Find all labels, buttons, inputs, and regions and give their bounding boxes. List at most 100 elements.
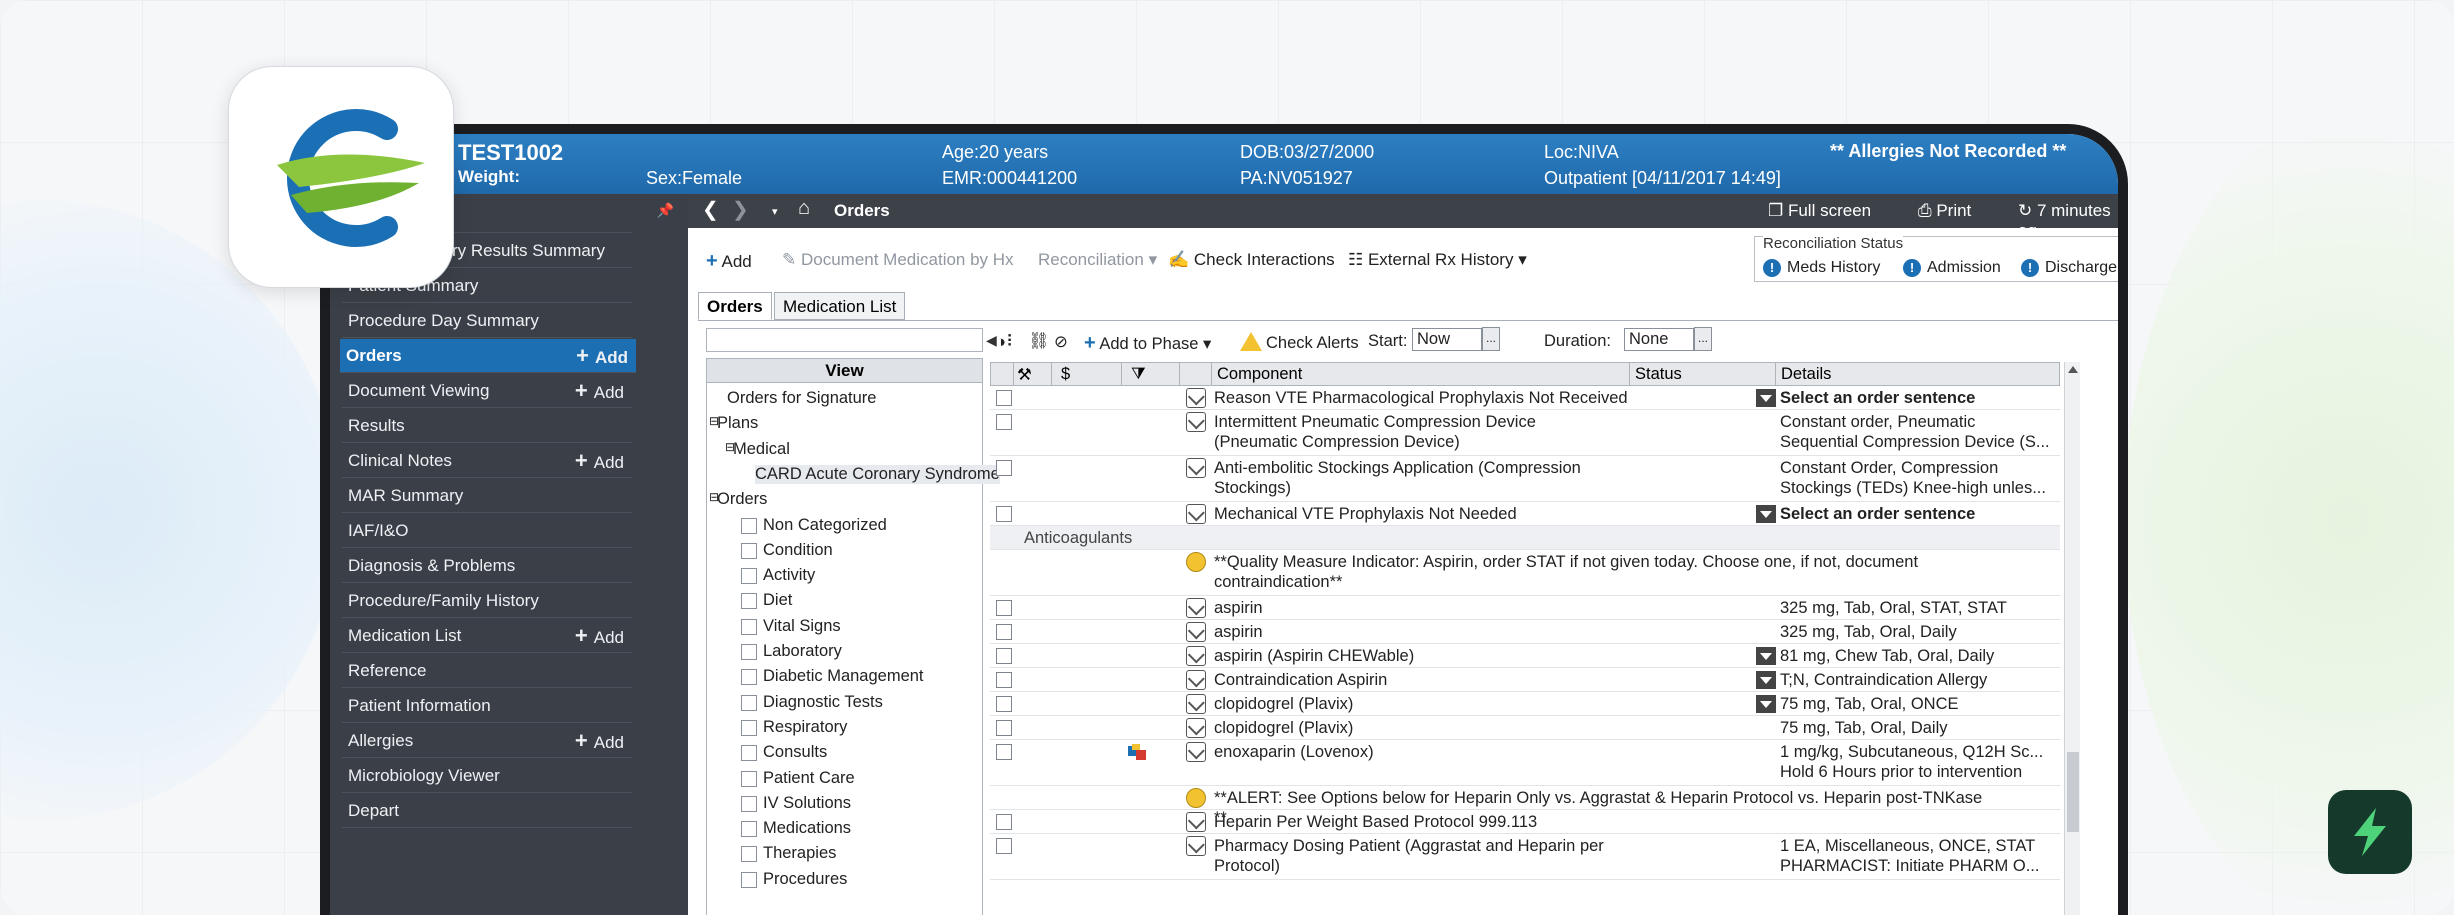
tree-checkbox[interactable] [741,669,757,686]
order-checkbox[interactable] [996,414,1012,430]
patient-name[interactable]: TEST1002 [458,140,563,166]
tree-item[interactable]: Medical [733,440,790,459]
order-checkbox[interactable] [996,648,1012,664]
grid-scrollbar[interactable] [2064,362,2080,915]
print-button[interactable]: ⎙ Print [1918,201,1971,221]
order-tools-column-icon[interactable]: ⚒ [1017,365,1032,385]
order-row[interactable]: clopidogrel (Plavix) 75 mg, Tab, Oral, Da… [990,716,2060,740]
order-row[interactable]: **Quality Measure Indicator: Aspirin, or… [990,550,2060,596]
home-icon[interactable]: ⌂ [798,197,810,220]
tab-orders[interactable]: Orders [698,292,772,320]
order-checkbox[interactable] [996,720,1012,736]
order-group-header[interactable]: Anticoagulants [990,526,2060,550]
order-row[interactable]: enoxaparin (Lovenox) 1 mg/kg, Subcutaneou… [990,740,2060,786]
order-checkbox[interactable] [996,506,1012,522]
order-checkbox[interactable] [996,672,1012,688]
tree-checkbox[interactable] [741,618,757,635]
duration-input[interactable]: None [1624,327,1694,351]
sidebar-item[interactable]: Document Viewing + Add [342,374,632,408]
order-checkbox[interactable] [996,744,1012,760]
order-checkbox[interactable] [996,624,1012,640]
tree-item[interactable]: Procedures [763,870,847,889]
scroll-thumb[interactable] [2067,752,2079,832]
filter-column-icon[interactable]: ⧩ [1131,365,1146,384]
sidebar-item[interactable]: Results [342,409,632,443]
order-sentence-dropdown[interactable] [1756,671,1776,689]
tree-checkbox[interactable] [741,745,757,762]
order-row[interactable]: Reason VTE Pharmacological Prophylaxis N… [990,386,2060,410]
tree-checkbox[interactable] [741,821,757,838]
order-checkbox[interactable] [996,838,1012,854]
sidebar-item[interactable]: Procedure/Family History [342,584,632,618]
tree-checkbox[interactable] [741,871,757,888]
tree-checkbox[interactable] [741,542,757,559]
check-interactions-button[interactable]: ✍ Check Interactions [1168,250,1335,270]
sidebar-item[interactable]: Orders + Add [340,339,636,373]
tree-checkbox[interactable] [741,568,757,585]
tree-item[interactable]: Medications [763,819,851,838]
sidebar-add-button[interactable]: + Add [575,444,624,480]
tree-item[interactable]: Therapies [763,844,836,863]
sidebar-item[interactable]: Depart [342,794,632,828]
order-row[interactable]: Intermittent Pneumatic Compression Devic… [990,410,2060,456]
sidebar-item[interactable]: IAF/I&O [342,514,632,548]
column-component[interactable]: Component [1217,365,1302,384]
alert-flag-icon[interactable] [1128,744,1148,760]
start-picker-button[interactable]: ... [1482,327,1500,351]
tab-medication-list[interactable]: Medication List [774,292,906,320]
sidebar-add-button[interactable]: + Add [575,374,624,410]
external-rx-history-dropdown[interactable]: ☷ External Rx History ▾ [1348,250,1527,270]
order-sentence-dropdown[interactable] [1756,505,1776,523]
reconciliation-dropdown[interactable]: Reconciliation ▾ [1038,250,1157,270]
order-sentence-dropdown[interactable] [1756,647,1776,665]
sidebar-item[interactable]: Diagnosis & Problems [342,549,632,583]
column-details[interactable]: Details [1781,365,1831,384]
order-row[interactable]: aspirin 325 mg, Tab, Oral, STAT, STAT [990,596,2060,620]
tree-checkbox[interactable] [741,694,757,711]
duration-picker-button[interactable]: ... [1694,327,1712,351]
sidebar-item[interactable]: Clinical Notes + Add [342,444,632,478]
tree-item[interactable]: Diabetic Management [763,667,924,686]
tree-checkbox[interactable] [741,517,757,534]
column-status[interactable]: Status [1635,365,1682,384]
cancel-icon[interactable]: ⊘ [1054,332,1068,352]
order-checkbox[interactable] [996,600,1012,616]
add-order-button[interactable]: + Add [706,250,752,273]
order-row[interactable]: Heparin Per Weight Based Protocol 999.11… [990,810,2060,834]
sidebar-item[interactable]: Allergies + Add [342,724,632,758]
order-row[interactable]: Anti-embolitic Stockings Application (Co… [990,456,2060,502]
start-input[interactable]: Now [1412,327,1482,351]
tree-item[interactable]: Activity [763,566,815,585]
tree-item[interactable]: CARD Acute Coronary Syndrome [755,464,1000,484]
sidebar-item[interactable]: MAR Summary [342,479,632,513]
pin-icon[interactable]: 📌 [657,202,674,219]
forward-icon[interactable]: ❯ [732,197,749,222]
order-checkbox[interactable] [996,460,1012,476]
link-icon[interactable]: ⛓ [1028,332,1049,351]
grid-tools-icon[interactable]: ◑⠇ [996,332,1018,352]
tree-item[interactable]: Consults [763,743,827,762]
admission-status[interactable]: ! Admission [1903,259,2001,277]
tree-item[interactable]: Plans [717,414,758,433]
tree-item[interactable]: Orders for Signature [727,389,876,408]
tree-item[interactable]: Respiratory [763,718,847,737]
tree-item[interactable]: Diet [763,591,792,610]
document-medication-button[interactable]: ✎ Document Medication by Hx [782,250,1014,270]
order-checkbox[interactable] [996,390,1012,406]
order-row[interactable]: **ALERT: See Options below for Heparin O… [990,786,2060,827]
order-sentence-dropdown[interactable] [1756,695,1776,713]
tree-checkbox[interactable] [741,719,757,736]
tree-checkbox[interactable] [741,770,757,787]
order-row[interactable]: aspirin 325 mg, Tab, Oral, Daily [990,620,2060,644]
order-row[interactable]: Pharmacy Dosing Patient (Aggrastat and H… [990,834,2060,880]
order-row[interactable]: Mechanical VTE Prophylaxis Not Needed Sel… [990,502,2060,526]
add-to-phase-dropdown[interactable]: + Add to Phase ▾ [1084,332,1211,355]
tree-checkbox[interactable] [741,795,757,812]
order-row[interactable]: Contraindication Aspirin T;N, Contraindic… [990,668,2060,692]
tree-item[interactable]: Vital Signs [763,617,841,636]
view-search-box[interactable] [706,328,983,352]
tree-item[interactable]: Non Categorized [763,516,887,535]
check-alerts-button[interactable]: Check Alerts [1240,332,1359,353]
order-checkbox[interactable] [996,814,1012,830]
start-field[interactable]: Now... [1412,327,1500,351]
